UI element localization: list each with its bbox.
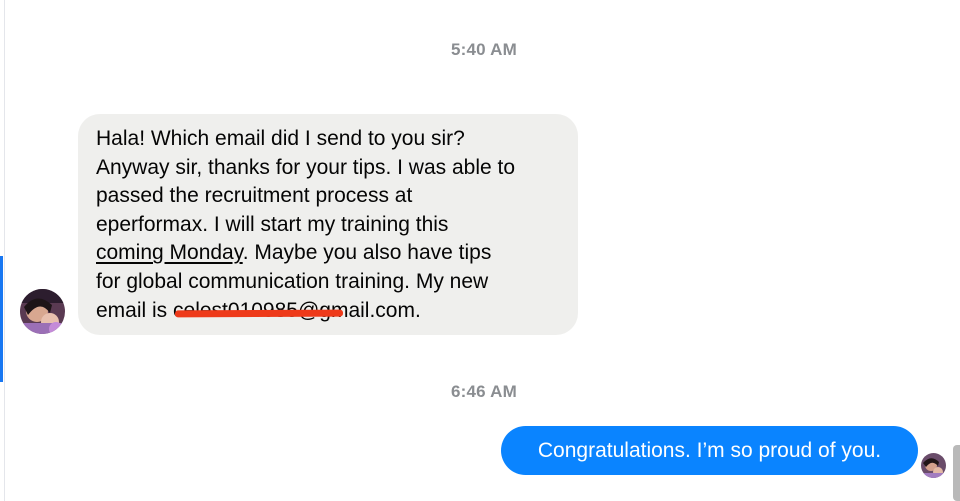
date-link[interactable]: coming Monday [96,241,243,264]
active-indicator-bar [0,256,3,382]
pane-divider [4,0,5,501]
message-text: Congratulations. I’m so proud of you. [537,439,882,462]
redacted-email-user: celest010985 [173,297,344,326]
incoming-message-bubble[interactable]: Hala! Which email did I send to you sir?… [78,114,578,335]
message-text: eperformax. I will start my training thi… [96,212,449,236]
read-receipt-avatar [921,453,946,478]
message-text: for global communication training. My ne… [96,269,489,293]
redaction-mark [175,309,344,318]
sender-avatar[interactable] [20,289,65,334]
outgoing-message-bubble[interactable]: Congratulations. I’m so proud of you. [501,426,918,475]
message-text: Anyway sir, thanks for your tips. I was … [96,155,516,179]
message-text: passed the recruitment process at [96,184,413,208]
timestamp: 5:40 AM [451,40,517,59]
message-text: . Maybe you also have tips [242,241,492,265]
scrollbar-thumb[interactable] [953,445,960,501]
message-text: Hala! Which email did I send to you sir? [96,127,465,150]
message-text: email is [96,298,174,322]
message-thread: 5:40 AM Hala! Which email did I send to … [0,0,960,501]
timestamp: 6:46 AM [451,382,517,401]
